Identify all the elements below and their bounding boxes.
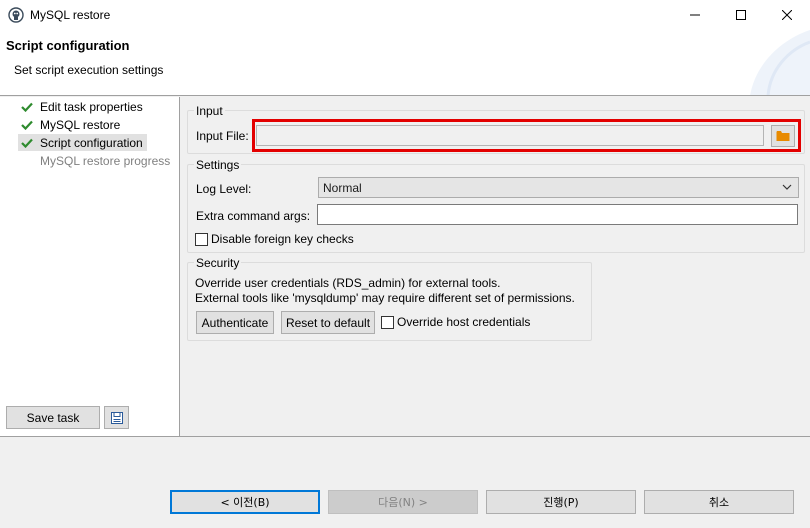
log-level-value: Normal <box>323 180 362 195</box>
authenticate-button[interactable]: Authenticate <box>196 311 274 334</box>
nav-item-mysql-restore[interactable]: MySQL restore <box>18 116 124 133</box>
input-file-highlight <box>252 119 801 152</box>
security-description-line2: External tools like 'mysqldump' may requ… <box>195 291 575 305</box>
cancel-button[interactable]: 취소 <box>644 490 794 514</box>
nav-item-label: Edit task properties <box>40 99 143 114</box>
wizard-footer <box>0 436 810 528</box>
proceed-button[interactable]: 진행(P) <box>486 490 636 514</box>
reset-to-default-button[interactable]: Reset to default <box>281 311 375 334</box>
log-level-label: Log Level: <box>196 182 252 196</box>
maximize-icon <box>736 10 746 20</box>
save-task-button[interactable]: Save task <box>6 406 100 429</box>
security-description-line1: Override user credentials (RDS_admin) fo… <box>195 276 501 290</box>
title-bar: MySQL restore <box>0 0 810 30</box>
page-title: Script configuration <box>6 38 130 53</box>
save-to-file-button[interactable] <box>104 406 129 429</box>
override-host-credentials-label: Override host credentials <box>397 315 531 329</box>
save-icon <box>110 411 123 424</box>
override-host-credentials-checkbox[interactable]: Override host credentials <box>381 315 530 329</box>
extra-command-args-field[interactable] <box>317 204 798 225</box>
settings-group-label: Settings <box>194 158 242 172</box>
log-level-select[interactable]: Normal <box>318 177 799 198</box>
window-title: MySQL restore <box>30 8 111 22</box>
back-button[interactable]: < 이전(B) <box>170 490 320 514</box>
minimize-button[interactable] <box>672 0 718 30</box>
input-group-label: Input <box>194 104 225 118</box>
check-icon <box>20 136 34 150</box>
disable-foreign-key-checks-label: Disable foreign key checks <box>211 232 354 246</box>
maximize-button[interactable] <box>718 0 764 30</box>
close-icon <box>782 10 792 20</box>
check-icon <box>20 118 34 132</box>
nav-item-label: MySQL restore <box>40 117 121 132</box>
nav-item-edit-task-properties[interactable]: Edit task properties <box>18 98 147 115</box>
dbeaver-app-icon <box>8 7 24 23</box>
next-button[interactable]: 다음(N) > <box>328 490 478 514</box>
close-button[interactable] <box>764 0 810 30</box>
header-decoration <box>750 30 810 95</box>
wizard-steps-pane: Edit task properties MySQL restore Scrip… <box>0 97 180 436</box>
chevron-down-icon <box>782 184 792 190</box>
extra-command-args-label: Extra command args: <box>196 209 311 223</box>
nav-item-script-configuration[interactable]: Script configuration <box>18 134 147 151</box>
nav-item-mysql-restore-progress: MySQL restore progress <box>18 152 174 169</box>
checkbox-box[interactable] <box>381 315 394 329</box>
disable-foreign-key-checks-checkbox[interactable]: Disable foreign key checks <box>195 232 354 246</box>
nav-item-label: MySQL restore progress <box>40 153 171 168</box>
security-group-label: Security <box>194 256 242 270</box>
minimize-icon <box>690 14 700 16</box>
page-subtitle: Set script execution settings <box>14 63 164 77</box>
checkbox-box[interactable] <box>195 232 208 246</box>
check-icon <box>20 100 34 114</box>
input-file-label: Input File: <box>196 129 249 143</box>
wizard-header: Script configuration Set script executio… <box>0 30 810 96</box>
nav-item-label: Script configuration <box>40 135 143 150</box>
